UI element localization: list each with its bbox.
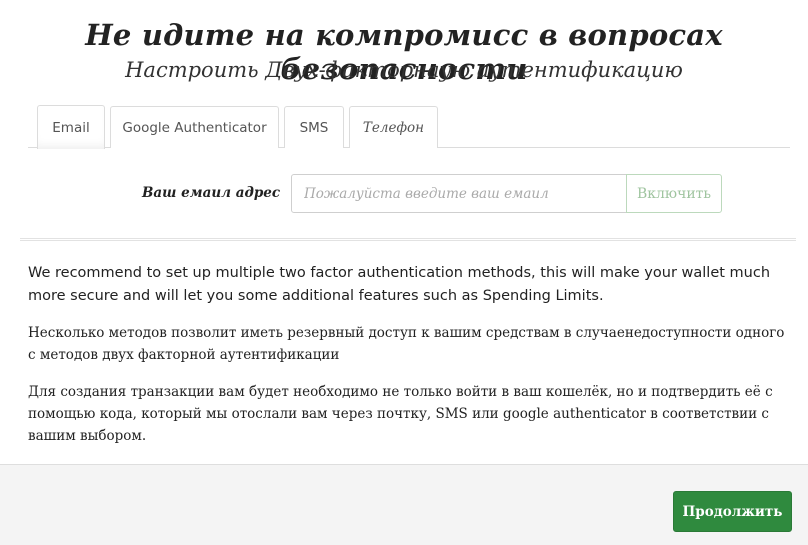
info-paragraph-english: We recommend to set up multiple two fact… xyxy=(28,265,771,304)
divider xyxy=(20,238,796,241)
tab-label: Email xyxy=(52,119,90,136)
two-factor-setup-modal: Не идите на компромисс в вопросах безопа… xyxy=(0,0,808,545)
info-paragraph-backup: Несколько методов позволит иметь резервн… xyxy=(28,325,785,363)
info-paragraph-transaction: Для создания транзакции вам будет необхо… xyxy=(28,384,773,444)
email-form: Ваш емаил адрес Включить xyxy=(0,173,808,213)
email-field[interactable] xyxy=(291,174,627,213)
continue-button[interactable]: Продолжить xyxy=(673,491,792,532)
tab-label: Google Authenticator xyxy=(122,119,267,136)
tab-label: SMS xyxy=(299,119,329,136)
tab-google-authenticator[interactable]: Google Authenticator xyxy=(110,106,279,148)
tab-sms[interactable]: SMS xyxy=(284,106,344,148)
tab-label: Телефон xyxy=(362,119,425,136)
enable-button[interactable]: Включить xyxy=(626,174,722,213)
tab-email[interactable]: Email xyxy=(37,105,105,149)
modal-footer: Продолжить xyxy=(0,464,808,545)
page-subtitle: Настроить Двух-факторнаую аутентификацию xyxy=(125,58,683,82)
tab-phone[interactable]: Телефон xyxy=(349,106,438,148)
auth-method-tabs: Email Google Authenticator SMS Телефон xyxy=(28,105,790,149)
email-label: Ваш емаил адрес xyxy=(142,185,281,201)
